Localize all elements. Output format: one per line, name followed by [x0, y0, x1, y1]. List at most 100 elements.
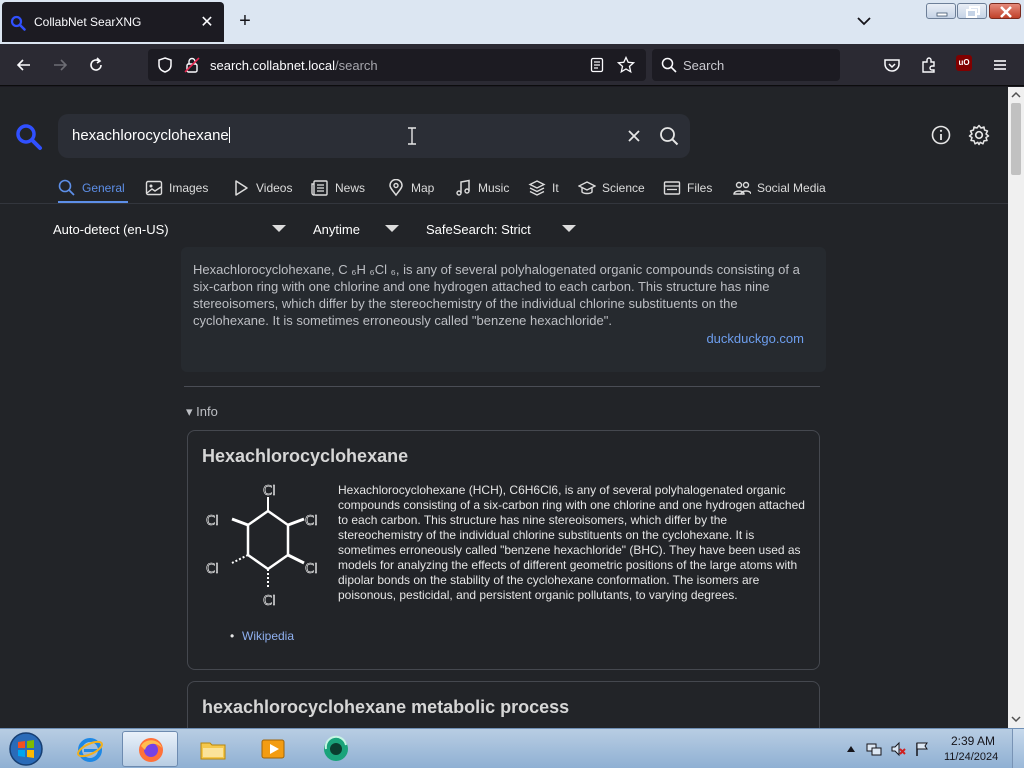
query-value: hexachlorocyclohexane	[72, 127, 229, 144]
infobox: Hexachlorocyclohexane Cl Cl Cl Cl Cl Cl …	[187, 430, 820, 670]
folder-icon	[663, 181, 681, 195]
search-placeholder: Search	[683, 58, 725, 73]
chlorine-label: Cl	[206, 514, 219, 529]
taskbar-firefox[interactable]	[122, 731, 178, 767]
address-bar[interactable]: search.collabnet.local/search	[148, 49, 646, 81]
bookmark-star-icon[interactable]	[617, 56, 635, 74]
browser-search-box[interactable]: Search	[652, 49, 840, 81]
extensions-puzzle-icon[interactable]	[920, 56, 938, 74]
category-divider	[0, 203, 1008, 204]
category-label: Images	[169, 181, 209, 195]
image-icon	[145, 180, 163, 196]
infobox-title: hexachlorocyclohexane metabolic process	[202, 697, 570, 717]
back-arrow-icon[interactable]	[15, 56, 33, 74]
category-label: Science	[602, 181, 645, 195]
url-text[interactable]: search.collabnet.local/search	[210, 58, 378, 73]
window-close-button[interactable]	[989, 3, 1021, 19]
category-label: Map	[411, 181, 435, 195]
safesearch-dropdown-arrow-icon[interactable]	[562, 225, 576, 232]
scroll-up-arrow-icon[interactable]	[1011, 91, 1021, 99]
language-dropdown-arrow-icon[interactable]	[272, 225, 286, 232]
language-select[interactable]: Auto-detect (en-US)	[53, 222, 169, 237]
hamburger-menu-icon[interactable]	[991, 56, 1009, 74]
volume-muted-icon[interactable]	[890, 741, 906, 757]
taskbar-file-explorer[interactable]	[185, 731, 241, 767]
play-icon	[235, 180, 248, 196]
reload-icon[interactable]	[87, 56, 105, 74]
searxng-favicon-icon	[10, 15, 26, 31]
instant-answer-box: Hexachlorocyclohexane, C ₆H ₆Cl ₆, is an…	[181, 247, 826, 372]
list-all-tabs-chevron-icon[interactable]	[855, 12, 873, 30]
new-tab-button[interactable]: +	[235, 10, 255, 32]
network-icon[interactable]	[866, 741, 882, 757]
time-range-dropdown-arrow-icon[interactable]	[385, 225, 399, 232]
tab-close-button[interactable]: ✕	[198, 12, 216, 32]
insecure-lock-icon[interactable]	[183, 56, 201, 74]
restore-icon	[966, 6, 980, 18]
category-label: It	[552, 181, 559, 195]
time-range-select[interactable]: Anytime	[313, 222, 360, 237]
window-restore-button[interactable]	[957, 3, 987, 19]
music-icon	[456, 179, 470, 196]
reader-view-icon[interactable]	[589, 57, 605, 73]
tab-title: CollabNet SearXNG	[34, 15, 142, 29]
forward-arrow-icon[interactable]	[51, 56, 69, 74]
graduation-cap-icon	[578, 181, 596, 195]
url-host: search.collabnet.local	[210, 58, 336, 73]
searxng-results-page: hexachlorocyclohexane General Images Video…	[0, 87, 1008, 728]
search-icon	[661, 57, 677, 73]
close-icon	[1000, 6, 1012, 18]
chlorine-label: Cl	[263, 594, 276, 609]
pocket-icon[interactable]	[883, 56, 901, 74]
show-hidden-icons-arrow-icon[interactable]	[846, 745, 856, 753]
clock-date[interactable]: 11/24/2024	[944, 751, 998, 763]
url-path: /search	[335, 58, 378, 73]
people-icon	[733, 181, 751, 195]
taskbar-internet-explorer[interactable]	[62, 731, 118, 767]
search-query-input[interactable]: hexachlorocyclohexane	[58, 114, 690, 158]
searxng-logo-icon[interactable]	[15, 123, 43, 151]
map-pin-icon	[389, 179, 403, 197]
layers-icon	[528, 180, 546, 196]
windows-start-button-icon[interactable]	[8, 731, 44, 767]
clock-time[interactable]: 2:39 AM	[951, 734, 995, 748]
newspaper-icon	[311, 180, 328, 196]
navigation-toolbar: search.collabnet.local/search Search uO	[0, 44, 1024, 86]
infobox-description: Hexachlorocyclohexane (HCH), C6H6Cl6, is…	[338, 483, 805, 602]
wikipedia-link[interactable]: Wikipedia	[242, 629, 294, 643]
page-scrollbar[interactable]	[1008, 87, 1024, 728]
search-icon	[58, 179, 75, 196]
category-label: Videos	[256, 181, 293, 195]
search-submit-icon[interactable]	[659, 126, 679, 146]
scroll-down-arrow-icon[interactable]	[1011, 715, 1021, 723]
ublock-origin-icon[interactable]: uO	[956, 55, 972, 71]
answer-source-link[interactable]: duckduckgo.com	[706, 331, 804, 346]
tab-collabnet-searxng[interactable]: CollabNet SearXNG ✕	[2, 2, 224, 42]
info-icon[interactable]	[931, 125, 951, 145]
taskbar-media-player[interactable]	[245, 731, 301, 767]
category-label: News	[335, 181, 366, 195]
infobox: hexachlorocyclohexane metabolic process	[187, 681, 820, 728]
media-player-icon	[261, 739, 285, 759]
taskbar-app[interactable]	[308, 731, 364, 767]
chlorine-label: Cl	[305, 514, 318, 529]
text-caret	[228, 127, 230, 143]
answer-text: Hexachlorocyclohexane, C ₆H ₆Cl ₆, is an…	[193, 262, 800, 328]
category-label: General	[82, 181, 125, 195]
safesearch-select[interactable]: SafeSearch: Strict	[426, 222, 531, 237]
chlorine-label: Cl	[206, 562, 219, 577]
window-minimize-button[interactable]	[926, 3, 956, 19]
scrollbar-thumb[interactable]	[1011, 103, 1021, 175]
info-section-toggle[interactable]: ▾ Info	[186, 404, 218, 420]
settings-gear-icon[interactable]	[968, 124, 990, 146]
show-desktop-button[interactable]	[1012, 729, 1024, 768]
clear-query-icon[interactable]	[626, 128, 642, 144]
shield-icon[interactable]	[156, 56, 174, 74]
minimize-icon	[936, 12, 948, 17]
tab-strip: CollabNet SearXNG ✕ +	[0, 0, 1024, 44]
firefox-icon	[139, 738, 163, 762]
action-center-flag-icon[interactable]	[914, 741, 930, 757]
link-bullet: •	[230, 629, 235, 643]
query-text[interactable]: hexachlorocyclohexane	[72, 127, 230, 144]
folder-icon	[200, 742, 226, 760]
